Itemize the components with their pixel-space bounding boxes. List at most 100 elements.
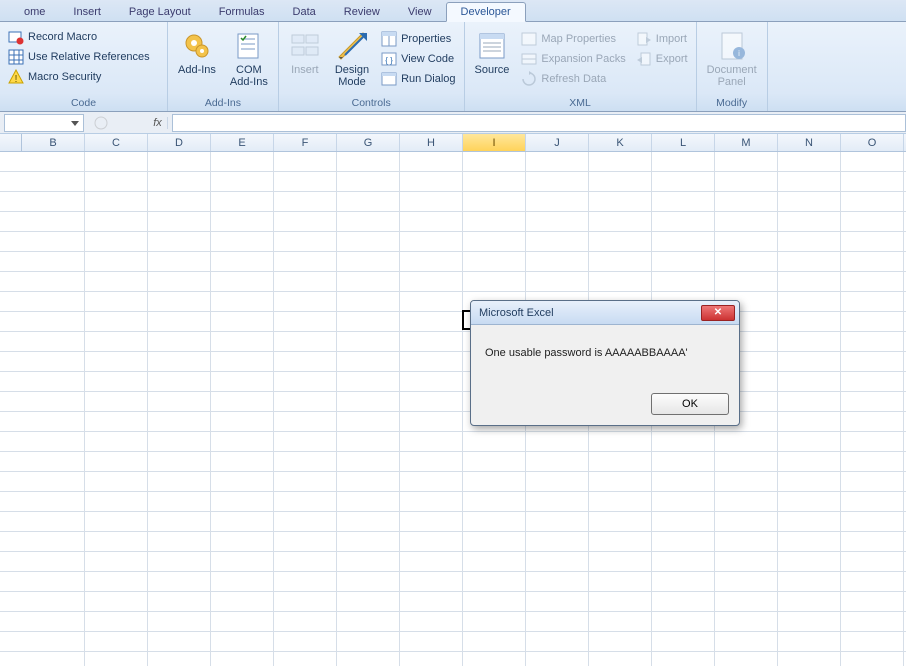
tab-ome[interactable]: ome [10, 3, 59, 21]
record-macro-icon [8, 29, 24, 45]
expansion-packs-icon [521, 51, 537, 67]
dropdown-icon [71, 119, 79, 127]
column-header-I[interactable]: I [463, 134, 526, 151]
cancel-icon [94, 116, 108, 130]
column-header-M[interactable]: M [715, 134, 778, 151]
design-mode-icon [336, 30, 368, 62]
column-header-D[interactable]: D [148, 134, 211, 151]
source-icon [476, 30, 508, 62]
com-addins-button[interactable]: COMAdd-Ins [226, 28, 272, 90]
group-xml-label: XML [471, 96, 690, 111]
gear-icon [181, 30, 213, 62]
import-label: Import [656, 33, 687, 45]
insert-button: Insert [285, 28, 325, 78]
export-button: Export [634, 50, 690, 68]
formula-input[interactable] [172, 114, 906, 132]
column-header-O[interactable]: O [841, 134, 904, 151]
column-header-G[interactable]: G [337, 134, 400, 151]
refresh-icon [521, 71, 537, 87]
group-code-label: Code [6, 96, 161, 111]
view-code-button[interactable]: { } View Code [379, 50, 457, 68]
refresh-data-label: Refresh Data [541, 73, 606, 85]
close-button[interactable]: ✕ [701, 305, 735, 321]
dialog-title: Microsoft Excel [479, 307, 554, 319]
column-header-L[interactable]: L [652, 134, 715, 151]
column-header-H[interactable]: H [400, 134, 463, 151]
column-header-K[interactable]: K [589, 134, 652, 151]
document-panel-icon: i [716, 30, 748, 62]
group-controls: Insert DesignMode Properties [279, 22, 465, 111]
map-properties-icon [521, 31, 537, 47]
group-code: Record Macro Use Relative References ! M… [0, 22, 168, 111]
dialog-titlebar[interactable]: Microsoft Excel ✕ [471, 301, 739, 325]
run-dialog-icon [381, 71, 397, 87]
document-panel-label: DocumentPanel [707, 64, 757, 88]
tab-developer[interactable]: Developer [446, 2, 526, 22]
message-dialog: Microsoft Excel ✕ One usable password is… [470, 300, 740, 426]
warning-icon: ! [8, 69, 24, 85]
column-header-F[interactable]: F [274, 134, 337, 151]
group-addins-label: Add-Ins [174, 96, 272, 111]
document-panel-button: i DocumentPanel [703, 28, 761, 90]
ribbon-tabs: omeInsertPage LayoutFormulasDataReviewVi… [0, 0, 906, 22]
close-icon: ✕ [714, 307, 722, 318]
record-macro-button[interactable]: Record Macro [6, 28, 99, 46]
group-modify: i DocumentPanel Modify [697, 22, 768, 111]
properties-icon [381, 31, 397, 47]
addins-label: Add-Ins [178, 64, 216, 76]
addins-button[interactable]: Add-Ins [174, 28, 220, 78]
ribbon: Record Macro Use Relative References ! M… [0, 22, 906, 112]
spreadsheet-grid[interactable]: Microsoft Excel ✕ One usable password is… [0, 152, 906, 666]
use-relative-label: Use Relative References [28, 51, 150, 63]
tab-formulas[interactable]: Formulas [205, 3, 279, 21]
import-icon [636, 31, 652, 47]
svg-text:i: i [738, 49, 740, 58]
column-header-N[interactable]: N [778, 134, 841, 151]
column-header-E[interactable]: E [211, 134, 274, 151]
column-header-B[interactable]: B [22, 134, 85, 151]
tab-insert[interactable]: Insert [59, 3, 115, 21]
tab-review[interactable]: Review [330, 3, 394, 21]
map-properties-label: Map Properties [541, 33, 616, 45]
group-xml: Source Map Properties Expansion Packs Re… [465, 22, 697, 111]
run-dialog-button[interactable]: Run Dialog [379, 70, 457, 88]
source-label: Source [475, 64, 510, 76]
run-dialog-label: Run Dialog [401, 73, 455, 85]
tab-view[interactable]: View [394, 3, 446, 21]
group-modify-label: Modify [703, 96, 761, 111]
record-macro-label: Record Macro [28, 31, 97, 43]
column-headers: BCDEFGHIJKLMNO [0, 134, 906, 152]
ok-button[interactable]: OK [651, 393, 729, 415]
column-header-J[interactable]: J [526, 134, 589, 151]
import-button: Import [634, 30, 690, 48]
svg-text:!: ! [15, 74, 18, 85]
properties-button[interactable]: Properties [379, 30, 457, 48]
tab-data[interactable]: Data [279, 3, 330, 21]
name-box[interactable] [4, 114, 84, 132]
insert-label: Insert [291, 64, 319, 76]
source-button[interactable]: Source [471, 28, 514, 78]
tab-page-layout[interactable]: Page Layout [115, 3, 205, 21]
export-label: Export [656, 53, 688, 65]
column-header-C[interactable]: C [85, 134, 148, 151]
expansion-packs-label: Expansion Packs [541, 53, 625, 65]
refresh-data-button: Refresh Data [519, 70, 627, 88]
group-addins: Add-Ins COMAdd-Ins Add-Ins [168, 22, 279, 111]
macro-security-label: Macro Security [28, 71, 101, 83]
view-code-label: View Code [401, 53, 454, 65]
map-properties-button: Map Properties [519, 30, 627, 48]
dialog-message: One usable password is AAAAABBAAAA' [471, 325, 739, 389]
export-icon [636, 51, 652, 67]
use-relative-references-button[interactable]: Use Relative References [6, 48, 152, 66]
macro-security-button[interactable]: ! Macro Security [6, 68, 103, 86]
expansion-packs-button: Expansion Packs [519, 50, 627, 68]
design-mode-button[interactable]: DesignMode [331, 28, 373, 90]
formula-bar: fx [0, 112, 906, 134]
checklist-icon [233, 30, 265, 62]
group-controls-label: Controls [285, 96, 458, 111]
select-all-corner[interactable] [0, 134, 22, 151]
design-mode-label: DesignMode [335, 64, 369, 88]
grid-icon [8, 49, 24, 65]
com-addins-label: COMAdd-Ins [230, 64, 268, 88]
fx-label[interactable]: fx [148, 117, 168, 129]
